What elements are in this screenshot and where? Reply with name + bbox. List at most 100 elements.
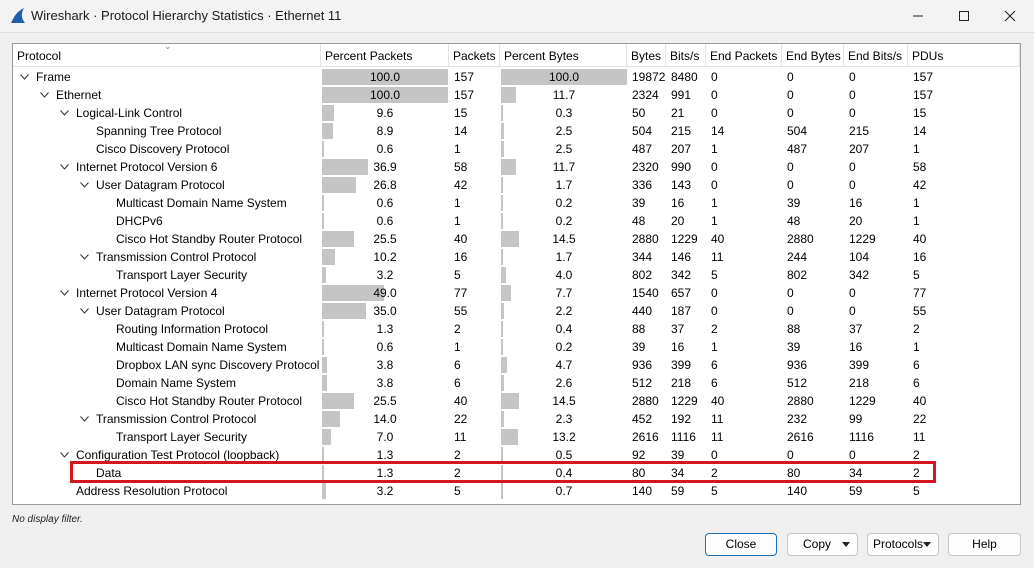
- table-row[interactable]: Domain Name System 3.8 6 2.6 512 218 6 512 218 6: [13, 374, 1020, 392]
- end-bits-per-second-value: 399: [849, 358, 870, 372]
- end-bits-per-second-value: 1229: [849, 394, 876, 408]
- percent-bytes-value: 0.2: [555, 214, 573, 228]
- packets-value: 5: [454, 268, 461, 282]
- packets-value: 2: [454, 322, 461, 336]
- column-header-end-bytes[interactable]: End Bytes: [782, 44, 844, 66]
- end-packets-value: 1: [711, 214, 718, 228]
- packets-value: 1: [454, 196, 461, 210]
- minimize-button[interactable]: [895, 0, 941, 32]
- column-header-end-bits-per-second[interactable]: End Bits/s: [844, 44, 908, 66]
- end-bytes-value: 39: [787, 196, 801, 210]
- table-row[interactable]: User Datagram Protocol 26.8 42 1.7 336 143 0 0 0…: [13, 176, 1020, 194]
- expand-chevron-icon[interactable]: [59, 158, 71, 176]
- percent-packets-bar: 100.0: [322, 69, 448, 85]
- expand-chevron-icon[interactable]: [19, 68, 31, 86]
- table-row[interactable]: User Datagram Protocol 35.0 55 2.2 440 187 0 0 0…: [13, 302, 1020, 320]
- protocol-name: Frame: [36, 70, 71, 84]
- pdus-value: 15: [913, 106, 927, 120]
- percent-bytes-bar: 7.7: [501, 285, 627, 301]
- expand-chevron-icon[interactable]: [79, 248, 91, 266]
- column-header-percent-bytes[interactable]: Percent Bytes: [500, 44, 627, 66]
- table-row[interactable]: Transmission Control Protocol 14.0 22 2.3 45…: [13, 410, 1020, 428]
- close-button-label: Close: [725, 537, 757, 551]
- pdus-value: 55: [913, 304, 927, 318]
- expand-chevron-icon[interactable]: [59, 104, 71, 122]
- table-row[interactable]: Logical-Link Control 9.6 15 0.3 50 21 0 0 0 15: [13, 104, 1020, 122]
- end-bytes-value: 936: [787, 358, 808, 372]
- percent-packets-value: 25.5: [373, 394, 397, 408]
- column-header-end-packets[interactable]: End Packets: [706, 44, 782, 66]
- percent-packets-bar: 36.9: [322, 159, 448, 175]
- expand-chevron-icon[interactable]: [79, 410, 91, 428]
- column-header-bits-per-second[interactable]: Bits/s: [666, 44, 706, 66]
- table-row[interactable]: Routing Information Protocol 1.3 2 0.4 88 37 2…: [13, 320, 1020, 338]
- percent-bytes-value: 14.5: [552, 232, 576, 246]
- protocol-name: Transmission Control Protocol: [96, 250, 257, 264]
- table-row[interactable]: Multicast Domain Name System 0.6 1 0.2 39 16 1…: [13, 194, 1020, 212]
- table-row[interactable]: Ethernet 100.0 157 11.7 2324 991 0 0 0 157: [13, 86, 1020, 104]
- table-row[interactable]: Multicast Domain Name System 0.6 1 0.2 39 16 1…: [13, 338, 1020, 356]
- table-row[interactable]: DHCPv6 0.6 1 0.2 48 20 1 48 20 1: [13, 212, 1020, 230]
- end-bits-per-second-value: 207: [849, 142, 870, 156]
- table-row[interactable]: Cisco Hot Standby Router Protocol 25.5 40 1…: [13, 392, 1020, 410]
- percent-bytes-value: 2.2: [555, 304, 573, 318]
- bytes-value: 2320: [632, 160, 659, 174]
- percent-bytes-bar: 4.0: [501, 267, 627, 283]
- bits-per-second-value: 215: [671, 124, 692, 138]
- percent-bytes-value: 14.5: [552, 394, 576, 408]
- percent-bytes-bar: 0.2: [501, 213, 627, 229]
- close-button[interactable]: Close: [705, 533, 777, 556]
- bytes-value: 50: [632, 106, 646, 120]
- pdus-value: 16: [913, 250, 927, 264]
- column-header-percent-packets[interactable]: Percent Packets: [321, 44, 449, 66]
- column-header-bytes[interactable]: Bytes: [627, 44, 666, 66]
- protocols-button[interactable]: Protocols: [867, 533, 939, 556]
- end-bytes-value: 512: [787, 376, 808, 390]
- table-row[interactable]: Transmission Control Protocol 10.2 16 1.7 34…: [13, 248, 1020, 266]
- percent-bytes-bar: 0.7: [501, 483, 627, 499]
- table-row[interactable]: Dropbox LAN sync Discovery Protocol 3.8 6 4…: [13, 356, 1020, 374]
- column-header-packets[interactable]: Packets: [449, 44, 500, 66]
- percent-packets-value: 36.9: [373, 160, 397, 174]
- expand-chevron-icon[interactable]: [59, 284, 71, 302]
- table-row[interactable]: Internet Protocol Version 4 49.0 77 7.7 1540…: [13, 284, 1020, 302]
- table-row[interactable]: Address Resolution Protocol 3.2 5 0.7 140 59 5…: [13, 482, 1020, 500]
- bytes-value: 512: [632, 376, 653, 390]
- protocol-hierarchy-table[interactable]: ⌄ Protocol Percent Packets Packets Percent …: [12, 43, 1021, 505]
- maximize-button[interactable]: [941, 0, 987, 32]
- bytes-value: 440: [632, 304, 653, 318]
- column-header-pdus[interactable]: PDUs: [908, 44, 1020, 66]
- table-row[interactable]: Cisco Discovery Protocol 0.6 1 2.5 487 207 1 48…: [13, 140, 1020, 158]
- copy-button[interactable]: Copy: [787, 533, 858, 556]
- protocol-name: Logical-Link Control: [76, 106, 183, 120]
- table-row[interactable]: Internet Protocol Version 6 36.9 58 11.7 232…: [13, 158, 1020, 176]
- packets-value: 1: [454, 142, 461, 156]
- help-button[interactable]: Help: [948, 533, 1021, 556]
- bits-per-second-value: 16: [671, 196, 685, 210]
- bits-per-second-value: 20: [671, 214, 685, 228]
- percent-packets-value: 3.8: [376, 358, 394, 372]
- percent-packets-value: 9.6: [376, 106, 394, 120]
- percent-packets-value: 14.0: [373, 412, 397, 426]
- percent-bytes-bar: 1.7: [501, 249, 627, 265]
- pdus-value: 22: [913, 412, 927, 426]
- percent-packets-bar: 26.8: [322, 177, 448, 193]
- protocol-name: Ethernet: [56, 88, 102, 102]
- percent-packets-bar: 0.6: [322, 195, 448, 211]
- expand-chevron-icon[interactable]: [79, 176, 91, 194]
- end-bytes-value: 2880: [787, 394, 814, 408]
- packets-value: 11: [454, 430, 467, 444]
- table-row[interactable]: Frame 100.0 157 100.0 19872 8480 0 0 0 157: [13, 68, 1020, 86]
- minimize-icon: [913, 15, 923, 17]
- end-packets-value: 14: [711, 124, 725, 138]
- percent-bytes-bar: 2.5: [501, 141, 627, 157]
- close-window-button[interactable]: [987, 0, 1033, 32]
- expand-chevron-icon[interactable]: [39, 86, 51, 104]
- table-row[interactable]: Transport Layer Security 7.0 11 13.2 2616 111…: [13, 428, 1020, 446]
- column-header-protocol[interactable]: Protocol: [13, 44, 321, 66]
- protocol-name: DHCPv6: [116, 214, 163, 228]
- table-row[interactable]: Spanning Tree Protocol 8.9 14 2.5 504 215 14 50…: [13, 122, 1020, 140]
- table-row[interactable]: Transport Layer Security 3.2 5 4.0 802 342 5 80…: [13, 266, 1020, 284]
- expand-chevron-icon[interactable]: [79, 302, 91, 320]
- table-row[interactable]: Cisco Hot Standby Router Protocol 25.5 40 1…: [13, 230, 1020, 248]
